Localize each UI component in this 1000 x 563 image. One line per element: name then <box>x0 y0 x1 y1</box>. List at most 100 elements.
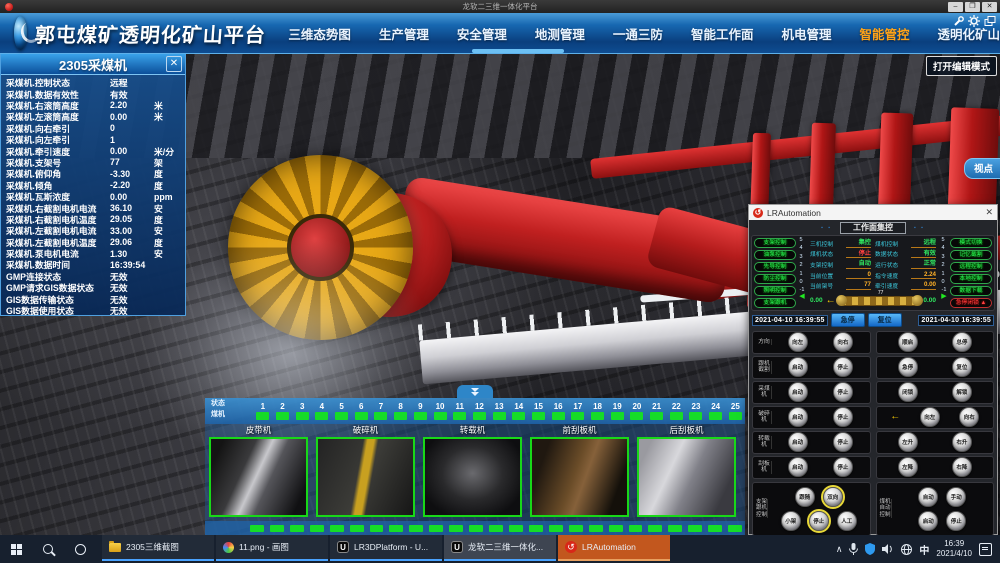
round-button[interactable]: 停止 <box>946 511 966 531</box>
ime-indicator[interactable]: 中 <box>919 542 929 557</box>
round-button[interactable]: 右升 <box>952 432 972 452</box>
clock[interactable]: 16:39 2021/4/10 <box>936 539 972 559</box>
round-button[interactable]: 停止 <box>809 511 829 531</box>
estop-blue-button[interactable]: 急停 <box>831 313 865 327</box>
layout-restore-icon[interactable] <box>984 16 996 27</box>
tab-workface-control[interactable]: 工作面集控 <box>840 222 906 234</box>
round-button[interactable]: 左降 <box>898 457 918 477</box>
green-button[interactable]: 数据下载 <box>950 286 992 296</box>
round-button[interactable]: 启动 <box>788 432 808 452</box>
round-button[interactable]: 向右 <box>959 407 979 427</box>
round-button[interactable]: 向右 <box>833 332 853 352</box>
round-button[interactable]: 向左 <box>788 332 808 352</box>
camera-tile[interactable]: 前刮板机 <box>529 424 630 517</box>
telemetry-left: 三机控制集控煤机状态停止支架控制自动当前位置0当前架号77 <box>810 238 871 291</box>
nav-item[interactable]: 三维态势图 <box>288 24 351 43</box>
round-button[interactable]: 小架 <box>781 511 801 531</box>
control-grid-right: 顺启总停急停复位闭锁解锁←向左向右左升右升左降右降 <box>875 329 996 481</box>
green-button[interactable]: 本地控制 <box>950 274 992 284</box>
nav-item[interactable]: 智能工作面 <box>691 24 754 43</box>
control-row: 顺启 总停 <box>876 331 995 355</box>
green-button[interactable]: 照明控制 <box>754 286 796 296</box>
round-button[interactable]: 复位 <box>952 357 972 377</box>
green-button[interactable]: 远程控制 <box>950 262 992 272</box>
minimize-button[interactable]: – <box>948 2 963 12</box>
telemetry-cell: 煤机控制远程 <box>875 238 936 249</box>
round-button[interactable]: 停止 <box>833 432 853 452</box>
round-button[interactable]: 停止 <box>833 382 853 402</box>
round-button[interactable]: 启动 <box>918 511 938 531</box>
green-button[interactable]: 记忆截割 <box>950 250 992 260</box>
taskbar-app[interactable]: 11.png - 画图 <box>216 535 328 561</box>
nav-item[interactable]: 一通三防 <box>613 24 663 43</box>
green-button[interactable]: 支架控制 <box>754 238 796 248</box>
green-button[interactable]: 先导控制 <box>754 262 796 272</box>
settings-gear-icon[interactable] <box>968 15 980 27</box>
round-button[interactable]: 向左 <box>920 407 940 427</box>
shearer-data-rows: 采煤机.控制状态远程采煤机.数据有效性有效采煤机.右滚筒高度2.20米采煤机.左… <box>1 75 185 316</box>
round-button[interactable]: 跟随 <box>795 487 815 507</box>
round-button[interactable]: 启动 <box>788 357 808 377</box>
round-button[interactable]: 右降 <box>952 457 972 477</box>
round-button[interactable]: 人工 <box>837 511 857 531</box>
volume-icon[interactable] <box>882 544 894 554</box>
round-button[interactable]: 启动 <box>788 382 808 402</box>
start-button[interactable] <box>0 535 32 563</box>
camera-feed <box>209 437 308 517</box>
maximize-button[interactable]: ❐ <box>965 2 980 12</box>
nav-item[interactable]: 智能管控 <box>859 24 909 43</box>
green-button[interactable]: 油泵控制 <box>754 250 796 260</box>
camera-tile[interactable]: 破碎机 <box>315 424 416 517</box>
round-button[interactable]: 急停 <box>898 357 918 377</box>
camera-tile[interactable]: 转载机 <box>422 424 523 517</box>
control-row: 跟机截割启动停止 <box>752 356 871 380</box>
tools-icon[interactable] <box>953 16 964 27</box>
round-button[interactable]: 顺启 <box>898 332 918 352</box>
lrautomation-close-button[interactable]: ✕ <box>985 207 993 218</box>
support-status-strip-2 <box>205 521 745 535</box>
network-globe-icon[interactable] <box>901 544 912 555</box>
data-row: GIS数据使用状态无效 <box>6 305 181 316</box>
close-button[interactable]: ✕ <box>982 2 997 12</box>
microphone-icon[interactable] <box>849 543 858 555</box>
round-button[interactable]: 停止 <box>833 357 853 377</box>
viewpoint-tab[interactable]: 视点 <box>964 158 1000 179</box>
search-button[interactable] <box>32 535 64 563</box>
round-button[interactable]: 停止 <box>833 457 853 477</box>
security-shield-icon[interactable] <box>865 543 875 555</box>
status-square <box>276 412 289 420</box>
lra-icon: ↺ <box>565 541 577 553</box>
camera-tile[interactable]: 皮带机 <box>208 424 309 517</box>
status-square <box>310 525 324 532</box>
nav-item[interactable]: 地测管理 <box>535 24 585 43</box>
edit-mode-button[interactable]: 打开编辑模式 <box>926 56 997 76</box>
panel-close-button[interactable]: ✕ <box>166 56 182 72</box>
round-button[interactable]: 双向 <box>823 487 843 507</box>
round-button[interactable]: 启动 <box>788 457 808 477</box>
reset-blue-button[interactable]: 复位 <box>868 313 902 327</box>
round-button[interactable]: 停止 <box>833 407 853 427</box>
nav-item[interactable]: 生产管理 <box>379 24 429 43</box>
round-button[interactable]: 启动 <box>788 407 808 427</box>
green-button[interactable]: 防尘控制 <box>754 274 796 284</box>
green-button[interactable]: 模式切换 <box>950 238 992 248</box>
green-button[interactable]: 支架跟机 <box>754 298 796 308</box>
round-button[interactable]: 解锁 <box>952 382 972 402</box>
estop-button[interactable]: 急停闭锁 ▲ <box>950 298 992 308</box>
collapse-chevron-button[interactable] <box>457 385 493 398</box>
round-button[interactable]: 自动 <box>918 487 938 507</box>
round-button[interactable]: 闭锁 <box>898 382 918 402</box>
round-button[interactable]: 手动 <box>946 487 966 507</box>
taskbar-app[interactable]: 2305三维截图 <box>102 535 214 561</box>
nav-item[interactable]: 机电管理 <box>781 24 831 43</box>
notification-icon[interactable] <box>979 543 992 556</box>
taskbar-app[interactable]: ↺LRAutomation <box>558 535 670 561</box>
nav-item[interactable]: 安全管理 <box>457 24 507 43</box>
round-button[interactable]: 左升 <box>898 432 918 452</box>
taskbar-app[interactable]: ULR3DPlatform - U... <box>330 535 442 561</box>
round-button[interactable]: 总停 <box>952 332 972 352</box>
camera-tile[interactable]: 后刮板机 <box>636 424 737 517</box>
tray-expand-icon[interactable]: ∧ <box>836 544 843 555</box>
taskbar-app[interactable]: U龙软二三维一体化... <box>444 535 556 561</box>
task-view-button[interactable] <box>64 535 96 563</box>
